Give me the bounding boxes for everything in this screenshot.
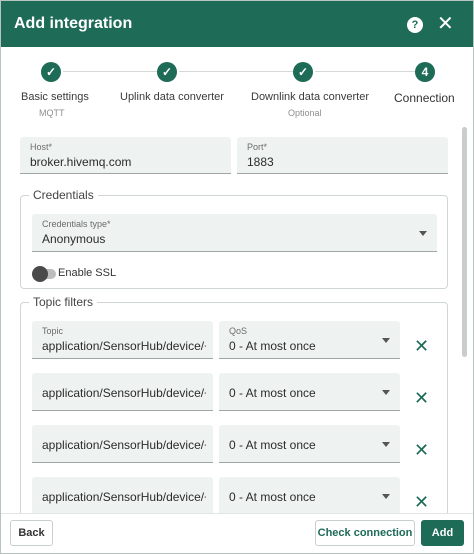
add-button[interactable]: Add	[421, 520, 464, 546]
qos-select[interactable]: 0 - At most once	[219, 477, 400, 513]
qos-select[interactable]: 0 - At most once	[219, 425, 400, 463]
topic-value: application/SensorHub/device/+	[42, 438, 206, 452]
enable-ssl-label: Enable SSL	[58, 267, 117, 279]
dialog-footer: Back Check connection Add	[1, 513, 473, 553]
topic-value: application/SensorHub/device/+	[42, 490, 206, 504]
remove-topic-icon[interactable]: ✕	[414, 389, 429, 407]
qos-value: 0 - At most once	[229, 339, 316, 353]
qos-select[interactable]: 0 - At most once	[219, 373, 400, 411]
chevron-down-icon[interactable]	[382, 338, 390, 343]
qos-select[interactable]: QoS 0 - At most once	[219, 321, 400, 359]
toggle-knob	[32, 266, 48, 282]
step-connector	[179, 71, 293, 72]
step-3-label: Downlink data converter	[251, 91, 370, 103]
step-3-sublabel: Optional	[288, 108, 322, 118]
topic-filters-legend: Topic filters	[29, 295, 98, 309]
topic-field[interactable]: application/SensorHub/device/+	[32, 373, 213, 411]
step-1-label: Basic settings	[21, 91, 89, 103]
host-label: Host*	[30, 142, 53, 152]
chevron-down-icon[interactable]	[419, 231, 427, 236]
step-1-sublabel: MQTT	[39, 108, 65, 118]
step-connector	[315, 71, 415, 72]
step-4-label: Connection	[394, 91, 455, 105]
host-field[interactable]: Host* broker.hivemq.com	[20, 137, 231, 174]
step-3-check-icon[interactable]: ✓	[293, 62, 313, 82]
qos-label: QoS	[229, 326, 248, 336]
topic-label: Topic	[42, 326, 64, 336]
step-1-check-icon[interactable]: ✓	[41, 62, 61, 82]
port-label: Port*	[247, 142, 268, 152]
topic-field[interactable]: Topic application/SensorHub/device/+	[32, 321, 213, 359]
credentials-legend: Credentials	[29, 188, 98, 202]
chevron-down-icon[interactable]	[382, 494, 390, 499]
step-4-number[interactable]: 4	[415, 62, 435, 82]
topic-field[interactable]: application/SensorHub/device/+	[32, 477, 213, 513]
qos-value: 0 - At most once	[229, 386, 316, 400]
check-connection-button[interactable]: Check connection	[315, 520, 415, 546]
back-button[interactable]: Back	[10, 520, 53, 546]
question-icon[interactable]: ?	[407, 17, 423, 33]
qos-value: 0 - At most once	[229, 438, 316, 452]
remove-topic-icon[interactable]: ✕	[414, 337, 429, 355]
dialog-title: Add integration	[14, 15, 133, 32]
credentials-type-select[interactable]: Credentials type* Anonymous	[32, 214, 437, 252]
credentials-type-label: Credentials type*	[42, 219, 111, 229]
step-2-check-icon[interactable]: ✓	[157, 62, 177, 82]
topic-field[interactable]: application/SensorHub/device/+	[32, 425, 213, 463]
close-icon[interactable]: ✕	[437, 12, 454, 36]
port-field[interactable]: Port* 1883	[237, 137, 448, 174]
step-2-label: Uplink data converter	[120, 91, 224, 103]
chevron-down-icon[interactable]	[382, 390, 390, 395]
host-value: broker.hivemq.com	[30, 155, 132, 169]
credentials-type-value: Anonymous	[42, 232, 106, 246]
dialog-content: Host* broker.hivemq.com Port* 1883 Crede…	[1, 123, 473, 513]
stepper: ✓ ✓ ✓ 4 Basic settings MQTT Uplink data …	[1, 47, 473, 123]
port-value: 1883	[247, 155, 274, 169]
add-integration-dialog: Add integration ? ✕ ✓ ✓ ✓ 4 Basic settin…	[0, 0, 474, 554]
remove-topic-icon[interactable]: ✕	[414, 493, 429, 511]
topic-value: application/SensorHub/device/+	[42, 386, 206, 400]
chevron-down-icon[interactable]	[382, 442, 390, 447]
enable-ssl-toggle[interactable]	[32, 266, 56, 282]
topic-value: application/SensorHub/device/+	[42, 339, 206, 353]
remove-topic-icon[interactable]: ✕	[414, 441, 429, 459]
qos-value: 0 - At most once	[229, 490, 316, 504]
dialog-header: Add integration ? ✕	[1, 1, 473, 47]
step-connector	[63, 71, 157, 72]
